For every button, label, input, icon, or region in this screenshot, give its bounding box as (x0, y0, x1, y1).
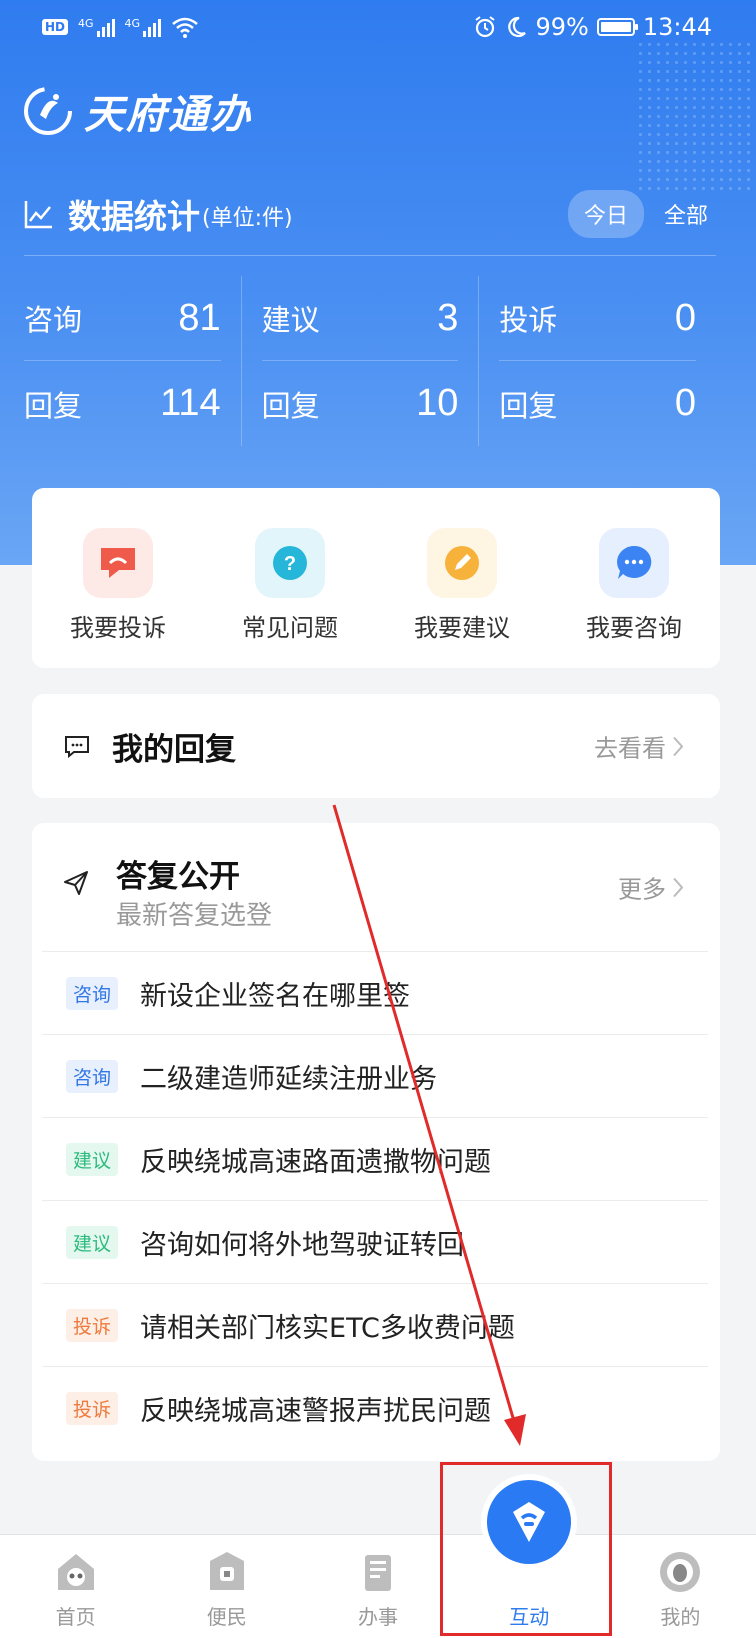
my-reply-title: 我的回复 (112, 731, 236, 768)
hd-badge: HD (42, 19, 69, 35)
list-item-text: 反映绕城高速路面遗撒物问题 (140, 1146, 492, 1178)
my-reply-card[interactable]: 我的回复 去看看 (32, 694, 720, 798)
list-item[interactable]: 投诉 反映绕城高速警报声扰民问题 (42, 1366, 708, 1449)
tag-badge: 咨询 (66, 976, 119, 1010)
tag-badge: 投诉 (66, 1308, 119, 1342)
signal-icon: 4G (125, 17, 162, 37)
stat-label: 建议 (261, 303, 320, 337)
alarm-icon (475, 16, 496, 38)
divider (24, 255, 716, 256)
consult-icon (599, 528, 669, 598)
quick-action-label: 我要投诉 (70, 614, 166, 642)
message-icon (65, 736, 89, 758)
quick-action-consult[interactable]: 我要咨询 (559, 528, 709, 668)
status-bar: HD 4G 4G 99% 13:44 (0, 0, 756, 56)
decorative-dots (636, 40, 756, 190)
quick-action-label: 我要咨询 (586, 614, 682, 642)
line-chart-icon (24, 201, 52, 229)
battery-icon (596, 18, 638, 36)
stat-column-complaint: 投诉 0 回复 0 (478, 276, 716, 446)
stats-grid: 咨询 81 回复 114 建议 3 回复 10 投诉 0 回复 0 (24, 276, 716, 446)
highlight-box (440, 1462, 612, 1636)
list-item-text: 咨询如何将外地驾驶证转回 (140, 1229, 465, 1261)
quick-action-faq[interactable]: ? 常见问题 (215, 528, 365, 668)
list-item-text: 新设企业签名在哪里签 (140, 980, 411, 1012)
home-icon (57, 1554, 94, 1590)
stat-reply-label: 回复 (499, 388, 558, 423)
quick-actions-card: 我要投诉 ? 常见问题 我要建议 我要咨询 (32, 488, 720, 668)
clock: 13:44 (642, 13, 712, 41)
list-item[interactable]: 投诉 请相关部门核实ETC多收费问题 (42, 1283, 708, 1366)
question-icon: ? (255, 528, 325, 598)
app-logo: 天府通办 (22, 82, 252, 140)
app-title: 天府通办 (84, 91, 252, 138)
list-item[interactable]: 咨询 二级建造师延续注册业务 (42, 1034, 708, 1117)
suggestion-icon (427, 528, 497, 598)
tag-badge: 咨询 (66, 1059, 119, 1093)
tag-badge: 建议 (66, 1225, 119, 1259)
tag-badge: 投诉 (66, 1391, 119, 1425)
toggle-all[interactable]: 全部 (658, 190, 714, 238)
signal-icon: 4G (78, 17, 115, 37)
chevron-right-icon (673, 736, 684, 756)
stat-label: 咨询 (24, 303, 83, 337)
nav-mine[interactable]: 我的 (605, 1535, 756, 1638)
list-item[interactable]: 咨询 新设企业签名在哪里签 (42, 951, 708, 1034)
svg-text:?: ? (284, 553, 296, 575)
public-replies-card: 答复公开 最新答复选登 更多 咨询 新设企业签名在哪里签 咨询 二级建造师延续注… (32, 823, 720, 1461)
nav-home[interactable]: 首页 (0, 1535, 151, 1638)
stat-label: 投诉 (499, 303, 558, 337)
send-icon (64, 871, 88, 895)
nav-convenience[interactable]: 便民 (151, 1535, 302, 1638)
moon-icon (508, 16, 527, 38)
nav-label: 便民 (206, 1605, 247, 1629)
stat-reply-value: 0 (674, 382, 697, 424)
profile-icon (660, 1552, 701, 1592)
period-toggle: 今日 全部 (567, 190, 714, 238)
services-icon (365, 1555, 391, 1591)
chevron-right-icon (673, 877, 684, 897)
nav-label: 我的 (660, 1605, 701, 1629)
public-replies-list: 咨询 新设企业签名在哪里签 咨询 二级建造师延续注册业务 建议 反映绕城高速路面… (42, 951, 708, 1449)
public-replies-subtitle: 最新答复选登 (116, 901, 273, 931)
stat-reply-value: 114 (160, 382, 221, 424)
quick-action-label: 我要建议 (414, 614, 510, 642)
list-item[interactable]: 建议 咨询如何将外地驾驶证转回 (42, 1200, 708, 1283)
stat-column-suggest: 建议 3 回复 10 (240, 276, 479, 446)
stat-reply-value: 10 (416, 382, 459, 424)
view-link[interactable]: 去看看 (594, 729, 684, 764)
bottom-nav: 首页 便民 办事 互动 我的 (0, 1534, 756, 1638)
list-item-text: 请相关部门核实ETC多收费问题 (140, 1312, 515, 1344)
stats-unit: (单位:件) (202, 206, 293, 231)
convenience-icon (209, 1552, 244, 1590)
public-replies-header: 答复公开 最新答复选登 更多 (32, 823, 720, 951)
wifi-icon (172, 17, 198, 38)
logo-swirl-icon (24, 87, 72, 135)
stats-header: 数据统计 (单位:件) 今日 全部 (24, 184, 714, 244)
stats-title: 数据统计 (68, 197, 200, 236)
battery-percent: 99% (535, 13, 589, 41)
stat-column-consult: 咨询 81 回复 114 (24, 276, 241, 446)
quick-action-complaint[interactable]: 我要投诉 (43, 528, 193, 668)
nav-label: 办事 (358, 1605, 398, 1629)
public-replies-title: 答复公开 (116, 859, 240, 895)
toggle-today[interactable]: 今日 (567, 190, 644, 238)
complaint-icon (83, 528, 153, 598)
more-link[interactable]: 更多 (618, 870, 684, 905)
quick-action-suggestion[interactable]: 我要建议 (387, 528, 537, 668)
stat-reply-label: 回复 (24, 388, 83, 423)
nav-services[interactable]: 办事 (302, 1535, 453, 1638)
stat-value: 3 (437, 296, 459, 339)
list-item[interactable]: 建议 反映绕城高速路面遗撒物问题 (42, 1117, 708, 1200)
list-item-text: 反映绕城高速警报声扰民问题 (140, 1395, 492, 1427)
tag-badge: 建议 (66, 1142, 119, 1176)
stat-value: 0 (674, 296, 697, 339)
stat-value: 81 (178, 296, 221, 339)
list-item-text: 二级建造师延续注册业务 (140, 1063, 438, 1095)
quick-action-label: 常见问题 (242, 614, 338, 642)
stat-reply-label: 回复 (261, 388, 320, 423)
nav-label: 首页 (55, 1605, 96, 1629)
